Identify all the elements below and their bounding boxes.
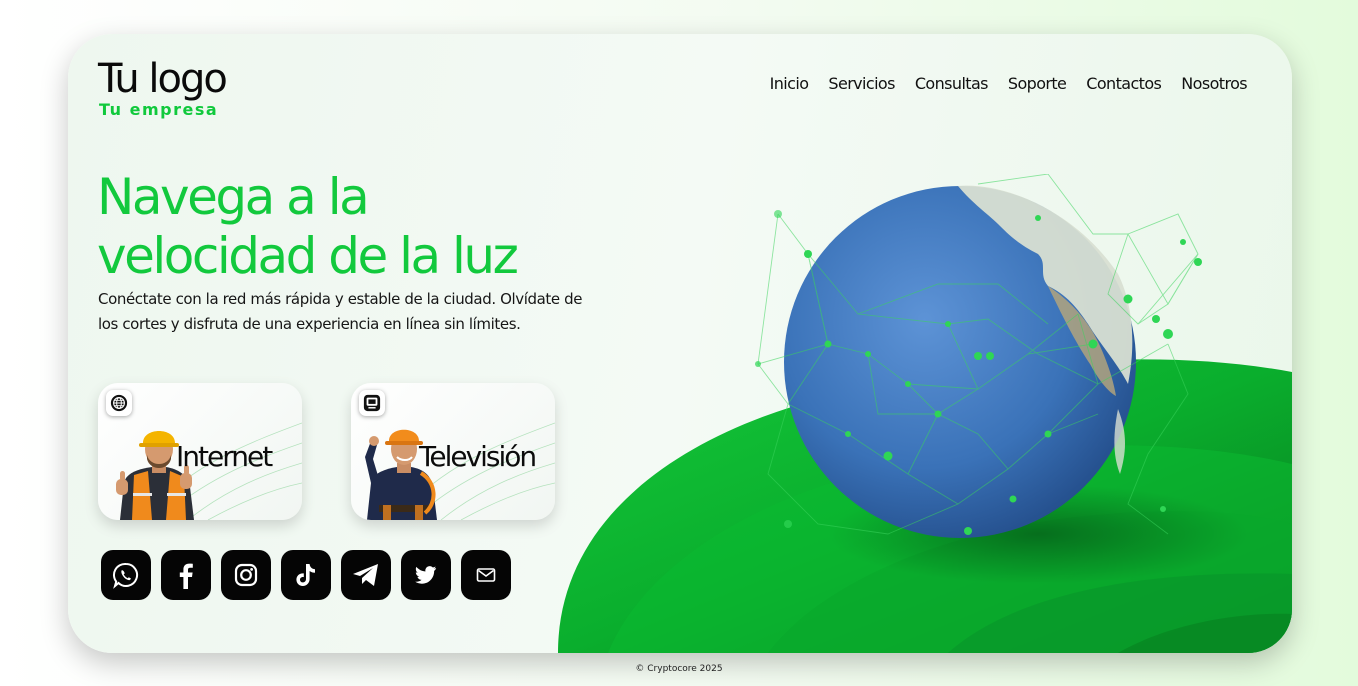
instagram-icon[interactable] [221,550,271,600]
service-card-internet[interactable]: Internet [98,383,302,520]
telegram-icon[interactable] [341,550,391,600]
whatsapp-icon[interactable] [101,550,151,600]
logo-title[interactable]: Tu logo [98,56,228,102]
globe-network-illustration [755,174,1248,584]
hero-title: Navega a la velocidad de la luz [97,168,617,286]
mail-icon[interactable] [461,550,511,600]
facebook-icon[interactable] [161,550,211,600]
service-label-television: Televisión [419,440,537,473]
hero-card: Tu logo Tu empresa Inicio Servicios Cons… [68,34,1292,653]
hero-title-line1: Navega a la [97,168,370,226]
twitter-icon[interactable] [401,550,451,600]
tiktok-icon[interactable] [281,550,331,600]
nav-contactos[interactable]: Contactos [1086,74,1162,93]
hero-description: Conéctate con la red más rápida y establ… [98,290,583,333]
social-links [101,550,511,600]
nav-nosotros[interactable]: Nosotros [1181,74,1247,93]
company-name: Tu empresa [99,100,219,119]
nav-servicios[interactable]: Servicios [828,74,895,93]
nav-soporte[interactable]: Soporte [1008,74,1067,93]
footer-copyright: © Cryptocore 2025 [635,664,723,674]
nav-inicio[interactable]: Inicio [770,74,809,93]
hero-title-line2: velocidad de la luz [97,227,519,285]
nav-consultas[interactable]: Consultas [915,74,989,93]
main-nav: Inicio Servicios Consultas Soporte Conta… [770,74,1248,93]
service-card-television[interactable]: Televisión [351,383,555,520]
service-label-internet: Internet [176,440,273,473]
